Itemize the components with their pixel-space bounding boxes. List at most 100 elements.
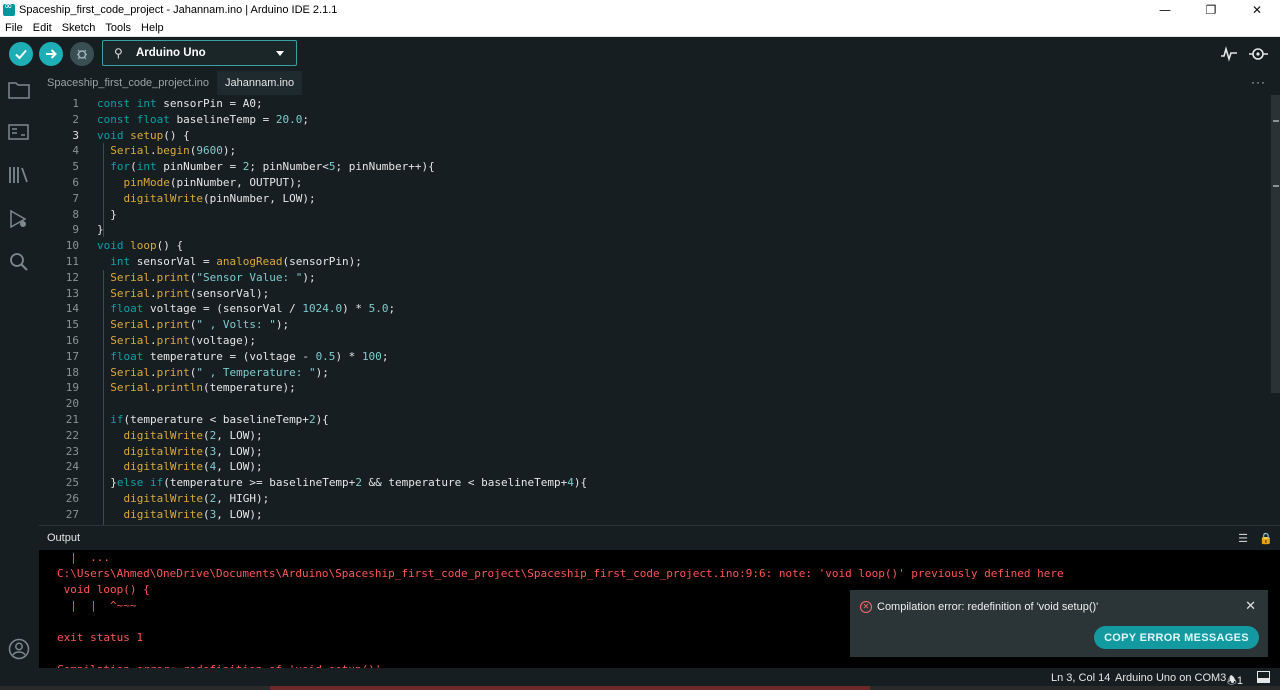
error-icon: ✕ — [860, 601, 872, 613]
line-number: 13 — [65, 286, 79, 300]
tab-jahannam[interactable]: Jahannam.ino — [217, 71, 303, 95]
line-number: 9 — [72, 223, 79, 237]
upload-button[interactable] — [39, 42, 63, 66]
board-selector[interactable]: ⚲ Arduino Uno — [102, 40, 297, 66]
line-number: 26 — [65, 491, 79, 505]
copy-error-messages-button[interactable]: COPY ERROR MESSAGES — [1094, 626, 1259, 649]
code-lines: const int sensorPin = A0; const float bas… — [97, 96, 1257, 523]
code-line: Serial.println(temperature); — [110, 381, 296, 395]
serial-monitor-button[interactable] — [1248, 43, 1270, 65]
folder-icon — [8, 82, 30, 99]
line-number: 2 — [72, 112, 79, 126]
arduino-ide-window: Spaceship_first_code_project - Jahannam.… — [0, 0, 1280, 690]
code-editor[interactable]: 1 2 3 4 5 6 7 8 9 10 11 12 13 14 15 16 17 18 19 20 21 22 23 24 2… — [39, 95, 1280, 525]
line-number: 20 — [65, 397, 79, 411]
board-name: Arduino Uno — [136, 47, 206, 59]
output-line: | ... — [57, 551, 110, 564]
code-line: } — [97, 223, 104, 237]
line-number: 7 — [72, 191, 79, 205]
minimize-button[interactable]: — — [1142, 0, 1188, 19]
code-line: digitalWrite(3, LOW); — [123, 507, 263, 521]
chevron-down-icon — [276, 50, 284, 56]
notification-message: Compilation error: redefinition of 'void… — [877, 601, 1099, 613]
code-line: if(temperature < baselineTemp+2){ — [110, 412, 329, 426]
sketchbook-button[interactable] — [8, 79, 30, 101]
verify-button[interactable] — [9, 42, 33, 66]
line-number: 17 — [65, 349, 79, 363]
menu-bar: File Edit Sketch Tools Help — [0, 19, 1280, 37]
line-number: 1 — [72, 97, 79, 110]
debug-panel-button[interactable] — [8, 208, 30, 230]
debug-icon — [77, 49, 87, 60]
code-line: void setup() { — [97, 128, 190, 142]
tab-spaceship-first-code-project[interactable]: Spaceship_first_code_project.ino — [39, 71, 217, 95]
search-icon — [10, 253, 28, 271]
taskbar-strip — [0, 686, 1280, 690]
library-icon — [9, 167, 28, 183]
line-number: 25 — [65, 476, 79, 490]
clear-output-icon[interactable]: ☰ — [1236, 531, 1250, 545]
cursor-position[interactable]: Ln 3, Col 14 — [1051, 672, 1110, 684]
line-number: 21 — [65, 412, 79, 426]
code-line: const int sensorPin = A0; — [97, 97, 263, 110]
toggle-panel-icon[interactable] — [1257, 671, 1270, 686]
editor-scrollbar[interactable] — [1271, 95, 1280, 393]
line-number: 8 — [72, 207, 79, 221]
code-line: const float baselineTemp = 20.0; — [97, 112, 309, 126]
account-button[interactable] — [8, 638, 30, 660]
user-icon — [8, 638, 30, 660]
plotter-icon — [1221, 46, 1237, 62]
more-icon[interactable]: ··· — [1251, 75, 1266, 89]
close-window-button[interactable]: ✕ — [1234, 0, 1280, 19]
menu-tools[interactable]: Tools — [100, 22, 136, 34]
arduino-app-icon — [3, 1, 15, 16]
board-port-status[interactable]: Arduino Uno on COM3 — [1115, 672, 1226, 684]
code-line: for(int pinNumber = 2; pinNumber<5; pinN… — [110, 160, 435, 174]
play-debug-icon — [10, 209, 27, 229]
maximize-button[interactable]: ❐ — [1188, 0, 1234, 19]
library-manager-button[interactable] — [8, 164, 30, 186]
board-icon — [8, 124, 29, 140]
toolbar: ⚲ Arduino Uno — [0, 37, 1280, 71]
line-number: 18 — [65, 365, 79, 379]
line-number: 19 — [65, 381, 79, 395]
boards-manager-button[interactable] — [8, 121, 30, 143]
line-number: 4 — [72, 144, 79, 158]
code-line: int sensorVal = analogRead(sensorPin); — [110, 254, 362, 268]
code-line: Serial.print(" , Volts: "); — [110, 318, 290, 332]
search-button[interactable] — [8, 251, 30, 273]
line-number: 27 — [65, 507, 79, 521]
menu-edit[interactable]: Edit — [28, 22, 57, 34]
line-number: 5 — [72, 160, 79, 174]
lock-scroll-icon[interactable]: 🔒 — [1259, 531, 1273, 545]
code-line: pinMode(pinNumber, OUTPUT); — [123, 175, 303, 189]
code-line: digitalWrite(2, LOW); — [123, 428, 263, 442]
serial-monitor-icon — [1249, 48, 1268, 60]
menu-help[interactable]: Help — [136, 22, 169, 34]
code-line: Serial.begin(9600); — [110, 144, 237, 158]
menu-file[interactable]: File — [0, 22, 28, 34]
close-notification-button[interactable]: ✕ — [1245, 599, 1256, 614]
code-line: digitalWrite(2, HIGH); — [123, 491, 270, 505]
line-number: 12 — [65, 270, 79, 284]
menu-sketch[interactable]: Sketch — [57, 22, 101, 34]
serial-plotter-button[interactable] — [1218, 43, 1240, 65]
code-line: }else if(temperature >= baselineTemp+2 &… — [97, 476, 588, 490]
window-title: Spaceship_first_code_project - Jahannam.… — [19, 3, 338, 16]
code-line: digitalWrite(pinNumber, LOW); — [123, 191, 316, 205]
line-number: 3 — [72, 128, 79, 142]
line-number: 23 — [65, 444, 79, 458]
usb-icon: ⚲ — [114, 46, 123, 60]
error-notification: ✕ Compilation error: redefinition of 'vo… — [850, 590, 1268, 657]
code-line: float temperature = (voltage - 0.5) * 10… — [110, 349, 389, 363]
line-number: 15 — [65, 318, 79, 332]
line-number: 14 — [65, 302, 79, 316]
line-numbers: 1 2 3 4 5 6 7 8 9 10 11 12 13 14 15 16 17 18 19 20 21 22 23 24 2… — [39, 96, 79, 523]
code-line: Serial.print(sensorVal); — [110, 286, 270, 300]
output-title: Output — [47, 532, 81, 544]
code-line: } — [97, 207, 117, 221]
line-number: 10 — [65, 239, 79, 253]
debug-button[interactable] — [70, 42, 94, 66]
line-number: 22 — [65, 428, 79, 442]
